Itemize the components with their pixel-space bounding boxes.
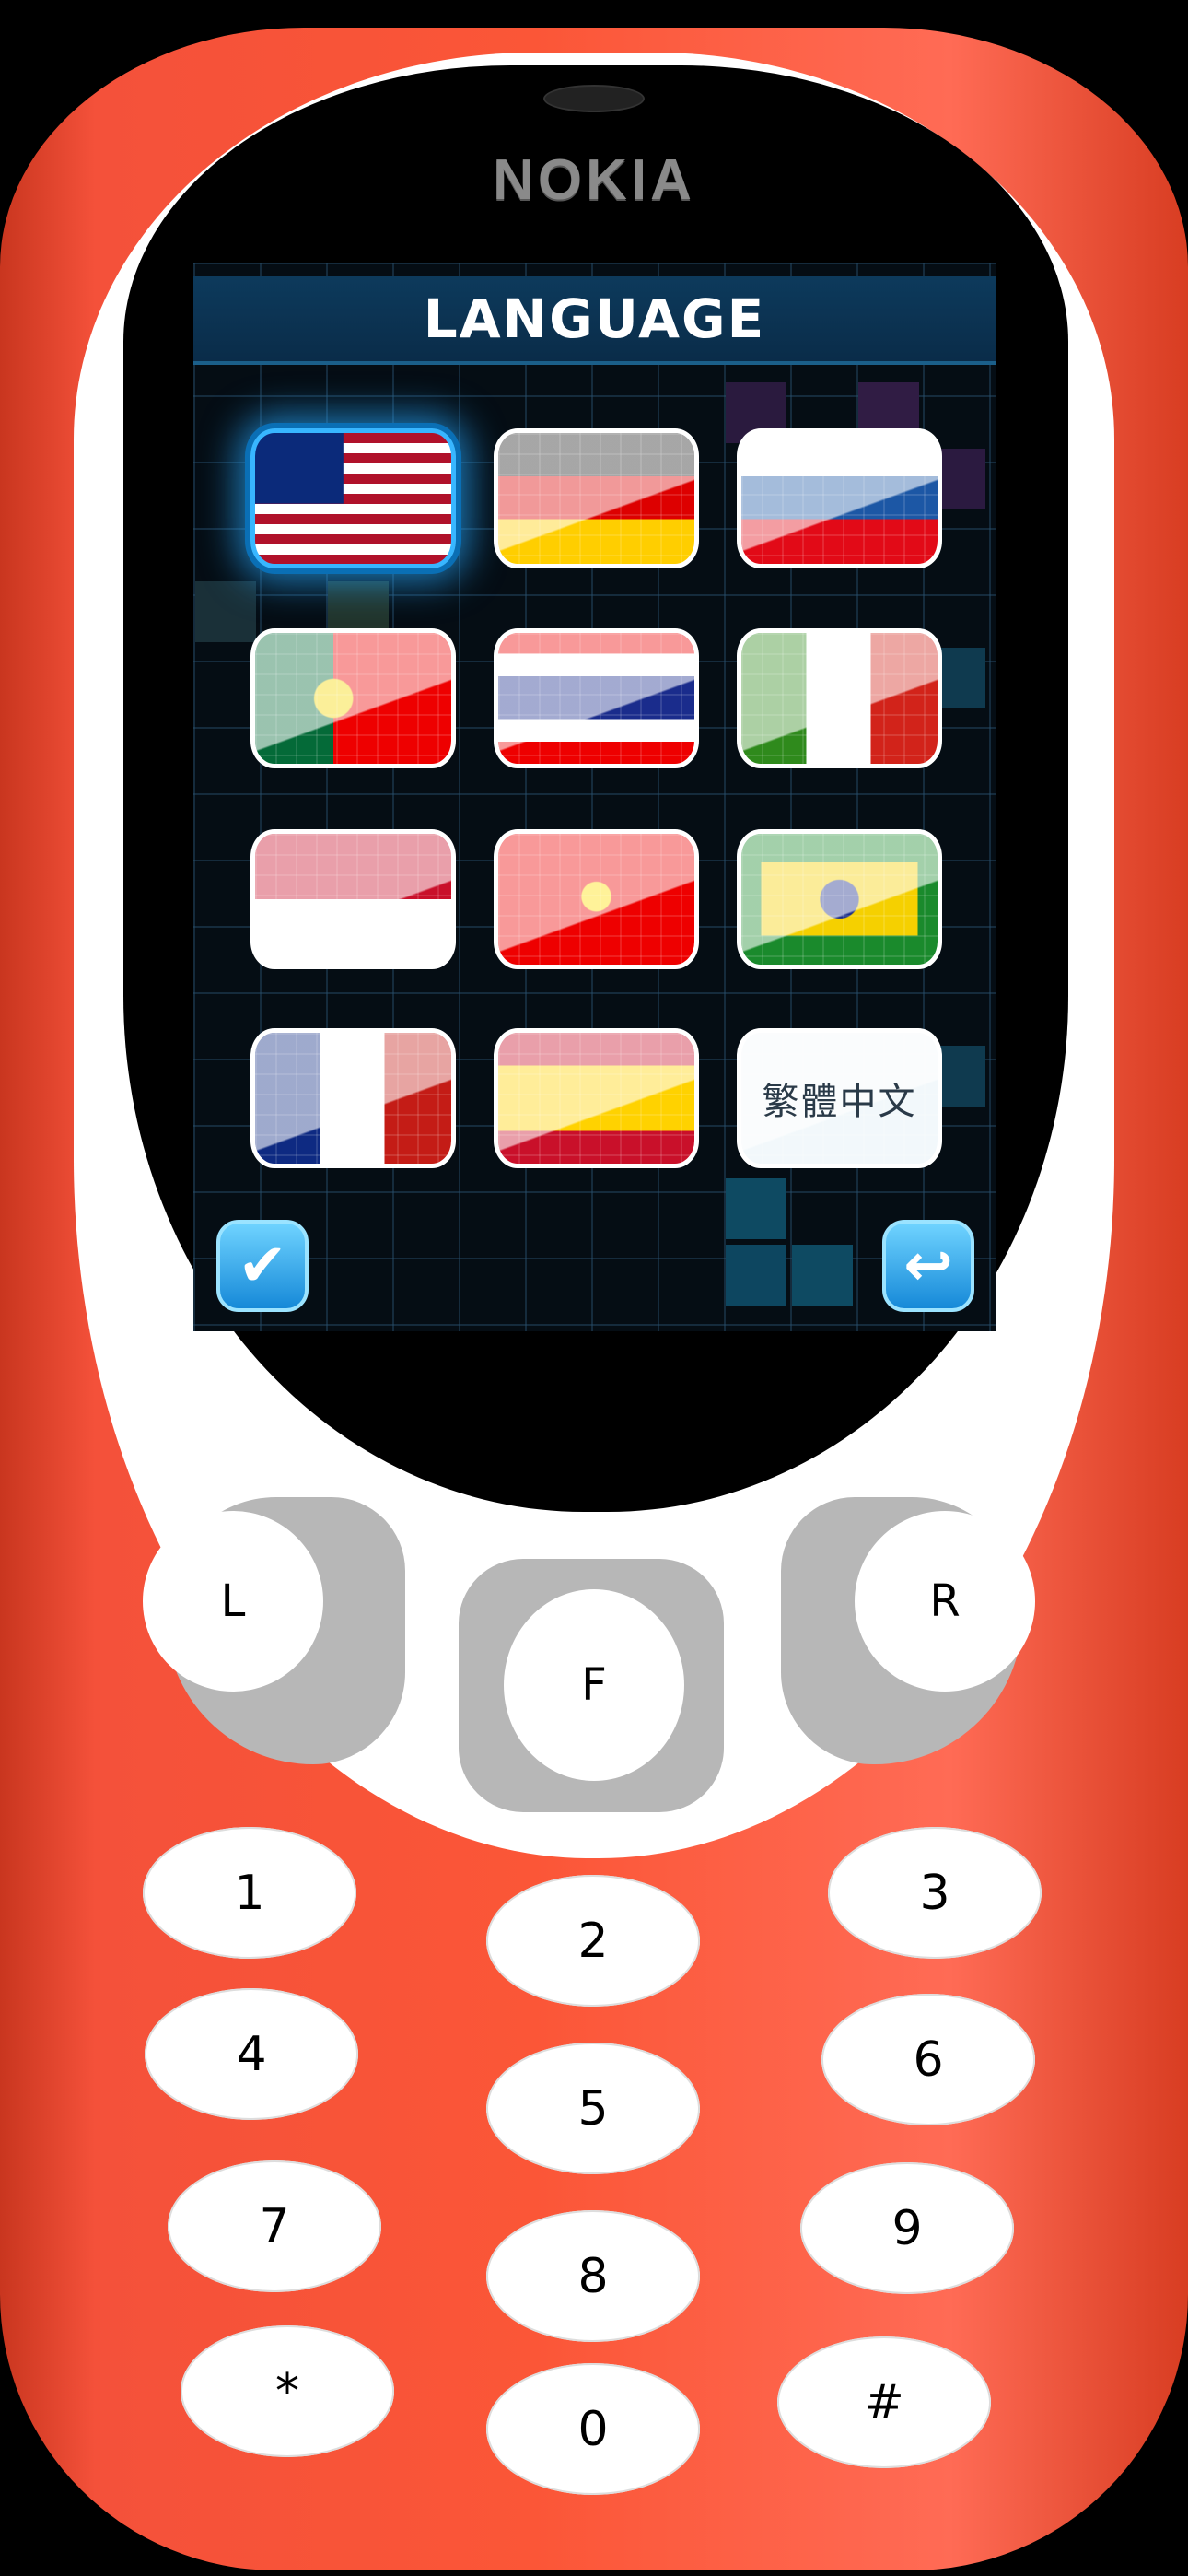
right-softkey[interactable]: R xyxy=(855,1511,1035,1692)
left-softkey[interactable]: L xyxy=(143,1511,323,1692)
language-thai[interactable] xyxy=(494,628,699,768)
language-german[interactable] xyxy=(494,428,699,568)
title-bar: LANGUAGE xyxy=(193,276,996,365)
key-hash[interactable]: # xyxy=(777,2336,991,2468)
key-star[interactable]: * xyxy=(181,2325,394,2457)
checkmark-icon: ✔ xyxy=(238,1232,287,1300)
language-vietnamese[interactable] xyxy=(494,829,699,969)
screen-title: LANGUAGE xyxy=(423,287,766,350)
key-0[interactable]: 0 xyxy=(486,2363,700,2495)
game-screen: LANGUAGE 繁體中文 ✔ ↩ xyxy=(193,263,996,1331)
language-spanish[interactable] xyxy=(494,1028,699,1168)
language-italian[interactable] xyxy=(737,628,942,768)
language-traditional-chinese[interactable]: 繁體中文 xyxy=(737,1028,942,1168)
key-8[interactable]: 8 xyxy=(486,2210,700,2342)
brand-logo: NOKIA xyxy=(493,148,695,212)
language-french[interactable] xyxy=(250,1028,456,1168)
language-brazilian-portuguese[interactable] xyxy=(737,829,942,969)
key-4[interactable]: 4 xyxy=(145,1988,358,2120)
language-portuguese[interactable] xyxy=(250,628,456,768)
key-9[interactable]: 9 xyxy=(800,2162,1014,2294)
back-button[interactable]: ↩ xyxy=(882,1220,974,1312)
key-3[interactable]: 3 xyxy=(828,1827,1042,1959)
key-5[interactable]: 5 xyxy=(486,2043,700,2174)
back-arrow-icon: ↩ xyxy=(903,1232,953,1300)
language-label: 繁體中文 xyxy=(762,1081,917,1123)
key-6[interactable]: 6 xyxy=(821,1994,1035,2125)
speaker-icon xyxy=(543,85,645,112)
confirm-button[interactable]: ✔ xyxy=(216,1220,309,1312)
language-english-us[interactable] xyxy=(250,428,456,568)
key-1[interactable]: 1 xyxy=(143,1827,356,1959)
key-2[interactable]: 2 xyxy=(486,1875,700,2007)
center-key[interactable]: F xyxy=(504,1589,684,1781)
key-7[interactable]: 7 xyxy=(168,2160,381,2292)
language-indonesian[interactable] xyxy=(250,829,456,969)
language-russian[interactable] xyxy=(737,428,942,568)
